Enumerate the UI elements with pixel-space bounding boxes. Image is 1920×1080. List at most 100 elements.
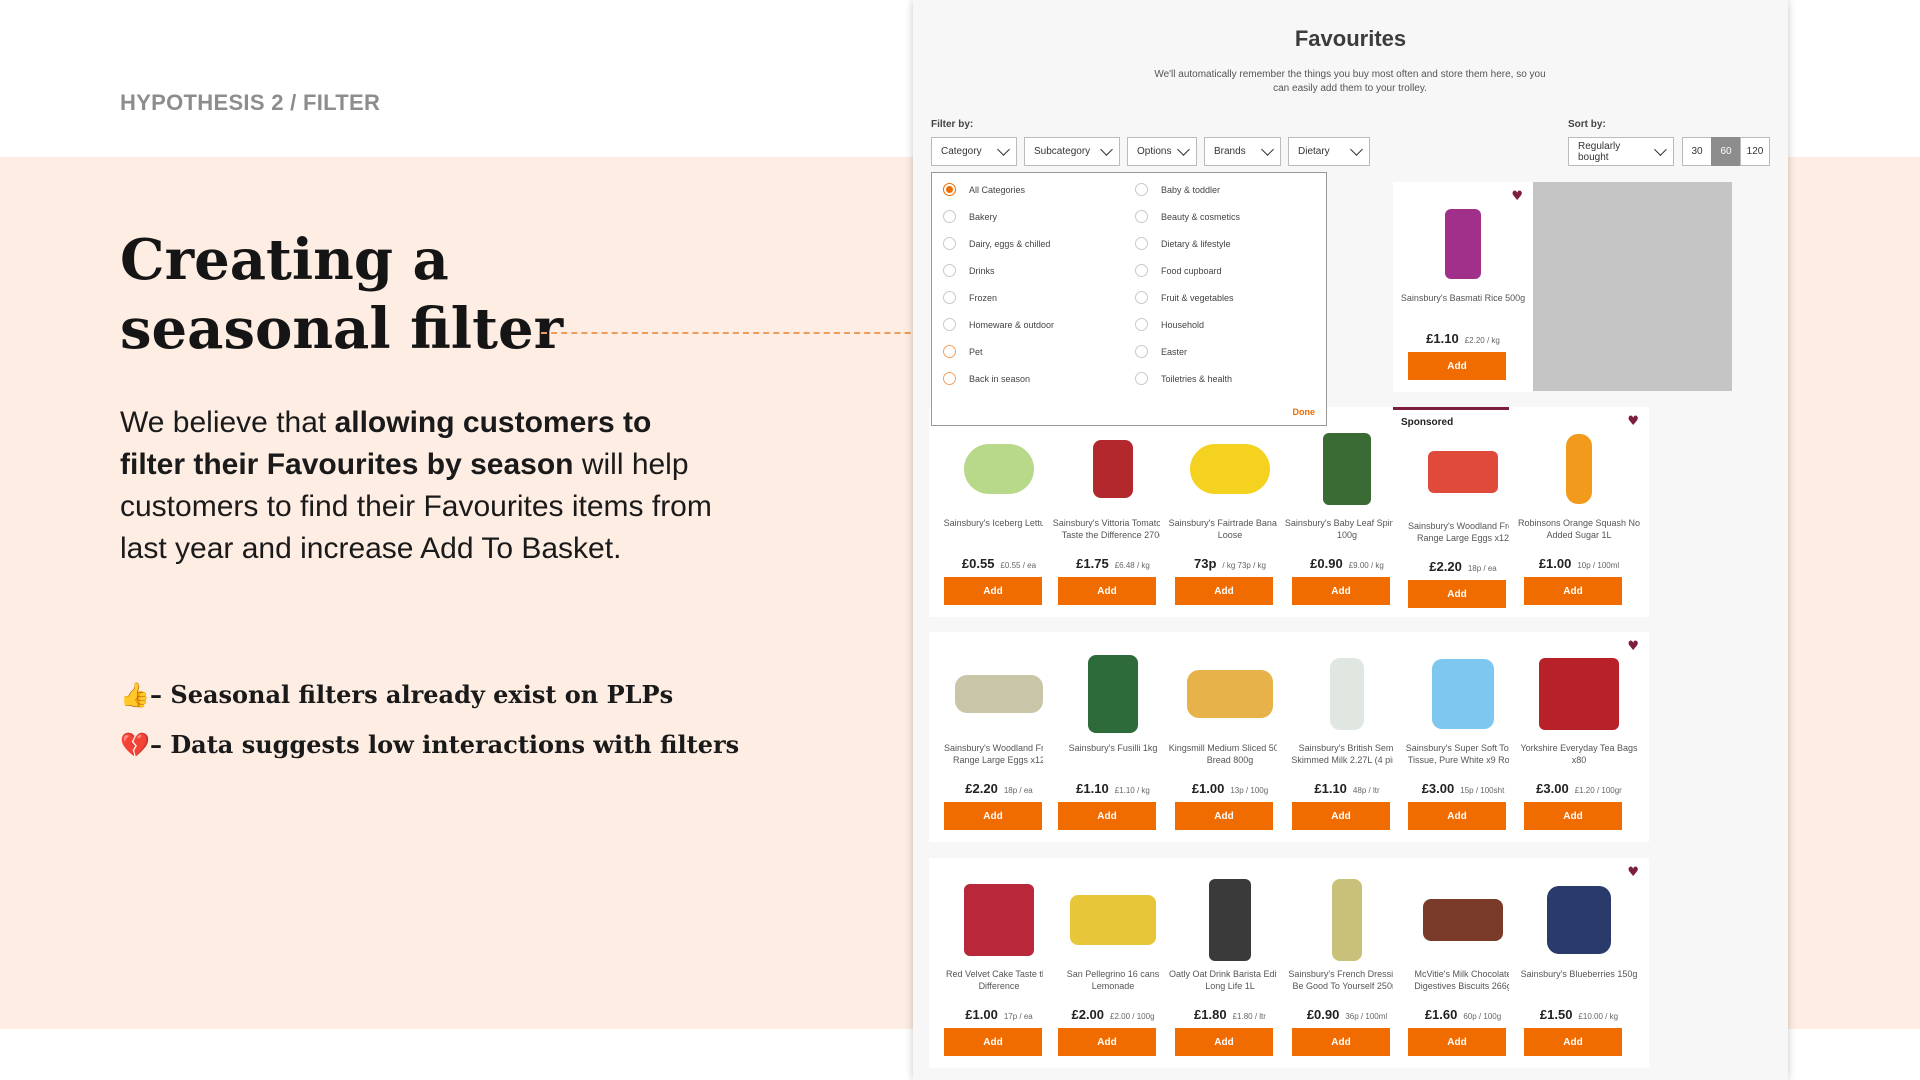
radio-button[interactable] [943,291,956,304]
product-name[interactable]: Kingsmill Medium Sliced 50/50 Bread 800g [1166,742,1294,766]
product-image[interactable] [1323,433,1371,505]
radio-button[interactable] [943,210,956,223]
category-option[interactable]: Dairy, eggs & chilled [943,237,1050,250]
product-image[interactable] [1445,209,1481,279]
add-to-trolley-button[interactable]: Add [1058,802,1156,830]
add-to-trolley-button[interactable]: Add [1058,1028,1156,1056]
add-to-trolley-button[interactable]: Add [1292,1028,1390,1056]
page-size-120[interactable]: 120 [1740,137,1770,166]
product-image[interactable] [1332,879,1362,961]
radio-button[interactable] [1135,291,1148,304]
category-option[interactable]: Toiletries & health [1135,372,1232,385]
add-to-trolley-button[interactable]: Add [1175,802,1273,830]
options-filter-dropdown[interactable]: Options [1127,137,1197,166]
category-option[interactable]: Food cupboard [1135,264,1222,277]
product-name[interactable]: Sainsbury's Vittoria Tomatoes, Taste the… [1049,517,1177,541]
product-name[interactable]: Sainsbury's Blueberries 150g [1515,968,1643,980]
category-option[interactable]: Household [1135,318,1204,331]
category-option[interactable]: Drinks [943,264,995,277]
product-image[interactable] [1093,440,1133,498]
product-name[interactable]: Sainsbury's Fairtrade Bananas Loose [1166,517,1294,541]
product-name[interactable]: Sainsbury's Basmati Rice 500g [1399,292,1527,304]
radio-button[interactable] [1135,345,1148,358]
add-to-trolley-button[interactable]: Add [1292,802,1390,830]
radio-button[interactable] [943,264,956,277]
product-name[interactable]: Sainsbury's French Dressing, Be Good To … [1283,968,1411,992]
product-name[interactable]: Sainsbury's British Semi Skimmed Milk 2.… [1283,742,1411,766]
favourite-heart-icon[interactable]: ♥ [1511,189,1523,204]
product-image[interactable] [1209,879,1251,961]
product-image[interactable] [1428,451,1498,493]
product-image[interactable] [1423,899,1503,941]
favourite-heart-icon[interactable]: ♥ [1627,865,1639,880]
product-image[interactable] [1187,670,1273,718]
category-option[interactable]: Bakery [943,210,997,223]
category-option[interactable]: Dietary & lifestyle [1135,237,1231,250]
add-to-trolley-button[interactable]: Add [1408,802,1506,830]
category-option[interactable]: Back in season [943,372,1030,385]
add-to-trolley-button[interactable]: Add [1175,577,1273,605]
dietary-filter-dropdown[interactable]: Dietary [1288,137,1370,166]
add-to-trolley-button[interactable]: Add [944,802,1042,830]
page-size-30[interactable]: 30 [1682,137,1712,166]
category-option[interactable]: Fruit & vegetables [1135,291,1234,304]
add-to-trolley-button[interactable]: Add [1175,1028,1273,1056]
add-to-trolley-button[interactable]: Add [1524,577,1622,605]
category-option[interactable]: Baby & toddler [1135,183,1220,196]
add-to-trolley-button[interactable]: Add [1292,577,1390,605]
add-to-trolley-button[interactable]: Add [944,577,1042,605]
add-to-trolley-button[interactable]: Add [1524,1028,1622,1056]
add-to-trolley-button[interactable]: Add [944,1028,1042,1056]
category-option[interactable]: All Categories [943,183,1025,196]
product-name[interactable]: Yorkshire Everyday Tea Bags x80 [1515,742,1643,766]
product-name[interactable]: Robinsons Orange Squash No Added Sugar 1… [1515,517,1643,541]
radio-button[interactable] [943,183,956,196]
product-card[interactable]: ♥ Yorkshire Everyday Tea Bags x80 £3.00 £1.… [1509,632,1649,842]
page-size-60[interactable]: 60 [1711,137,1741,166]
product-name[interactable]: Sainsbury's Baby Leaf Spinach 100g [1283,517,1411,541]
category-option[interactable]: Easter [1135,345,1187,358]
product-name[interactable]: San Pellegrino 16 cans Lemonade [1049,968,1177,992]
radio-button[interactable] [1135,183,1148,196]
radio-button[interactable] [1135,264,1148,277]
favourite-heart-icon[interactable]: ♥ [1627,414,1639,429]
product-image[interactable] [1190,444,1270,494]
product-image[interactable] [1566,434,1592,504]
add-to-trolley-button[interactable]: Add [1408,1028,1506,1056]
product-card[interactable]: ♥ Sainsbury's Blueberries 150g £1.50 £10.00… [1509,858,1649,1068]
product-name[interactable]: Sainsbury's Fusilli 1kg [1049,742,1177,754]
category-option[interactable]: Beauty & cosmetics [1135,210,1240,223]
subcategory-filter-dropdown[interactable]: Subcategory [1024,137,1120,166]
radio-button[interactable] [1135,210,1148,223]
radio-button[interactable] [1135,237,1148,250]
done-button[interactable]: Done [1293,407,1316,417]
add-to-trolley-button[interactable]: Add [1058,577,1156,605]
product-image[interactable] [1539,658,1619,730]
sort-dropdown[interactable]: Regularly bought [1568,137,1674,166]
brands-filter-dropdown[interactable]: Brands [1204,137,1281,166]
radio-button[interactable] [1135,318,1148,331]
product-image[interactable] [964,884,1034,956]
product-card[interactable]: ♥ Sainsbury's Basmati Rice 500g £1.10 £2.20… [1393,182,1533,392]
add-to-trolley-button[interactable]: Add [1408,352,1506,380]
category-option[interactable]: Pet [943,345,983,358]
product-image[interactable] [1432,659,1494,729]
product-name[interactable]: Sainsbury's Woodland Free Range Large Eg… [1399,520,1527,544]
radio-button[interactable] [943,318,956,331]
product-card[interactable]: ♥ Robinsons Orange Squash No Added Sugar … [1509,407,1649,617]
product-image[interactable] [1088,655,1138,733]
radio-button[interactable] [1135,372,1148,385]
product-image[interactable] [1070,895,1156,945]
product-image[interactable] [1547,886,1611,954]
product-name[interactable]: McVitie's Milk Chocolate Digestives Bisc… [1399,968,1527,992]
favourite-heart-icon[interactable]: ♥ [1627,639,1639,654]
product-name[interactable]: Sainsbury's Super Soft Toilet Tissue, Pu… [1399,742,1527,766]
product-name[interactable]: Oatly Oat Drink Barista Edition Long Lif… [1166,968,1294,992]
add-to-trolley-button[interactable]: Add [1408,580,1506,608]
category-option[interactable]: Homeware & outdoor [943,318,1054,331]
category-option[interactable]: Frozen [943,291,997,304]
product-image[interactable] [964,444,1034,494]
product-image[interactable] [955,675,1043,713]
add-to-trolley-button[interactable]: Add [1524,802,1622,830]
product-image[interactable] [1330,658,1364,730]
